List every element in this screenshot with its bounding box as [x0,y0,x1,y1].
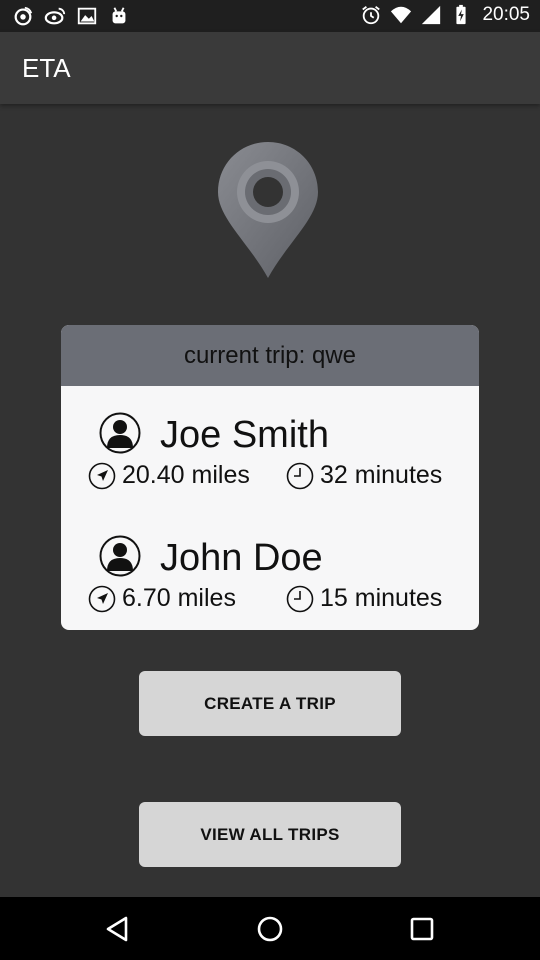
wifi-icon [391,6,412,24]
weibo-icon [44,7,66,25]
rider-item[interactable]: Joe Smith 20.40 miles 32 minutes [61,407,479,517]
distance-value: 20.40 miles [122,461,250,489]
app-bar: ETA [0,32,540,104]
weibo-icon [14,6,33,26]
navigation-arrow-icon [88,462,116,489]
battery-charging-icon [456,4,467,25]
android-icon [112,7,126,24]
eta-value: 15 minutes [320,584,443,612]
navigation-arrow-icon [88,585,116,612]
alarm-icon [362,6,381,25]
rider-eta: 15 minutes [286,584,442,613]
view-all-trips-button[interactable]: VIEW ALL TRIPS [139,802,401,867]
create-trip-button[interactable]: CREATE A TRIP [139,671,401,736]
app-title: ETA [22,53,71,83]
system-icons: 20:05 [360,4,530,26]
person-avatar-icon [99,412,141,454]
rider-name: John Doe [160,537,323,579]
rider-name: Joe Smith [160,414,329,456]
clock-icon [286,585,314,612]
rider-eta: 32 minutes [286,461,442,490]
signal-icon [422,5,441,25]
navigation-bar [0,897,540,960]
clock-icon [286,462,314,489]
eta-value: 32 minutes [320,461,443,489]
distance-value: 6.70 miles [122,584,236,612]
notification-icons [12,5,130,27]
back-icon[interactable] [100,911,136,947]
clock-time: 20:05 [482,4,530,25]
recents-icon[interactable] [404,911,440,947]
trip-title: current trip: qwe [61,325,479,386]
rider-item[interactable]: John Doe 6.70 miles 15 minutes [61,530,479,630]
home-icon[interactable] [252,911,288,947]
image-icon [77,7,97,25]
person-avatar-icon [99,535,141,577]
current-trip-card: current trip: qwe Joe Smith 20.40 miles … [61,325,479,630]
rider-distance: 20.40 miles [88,461,250,490]
map-pin-icon [218,142,318,278]
rider-distance: 6.70 miles [88,584,236,613]
status-bar: 20:05 [0,0,540,32]
